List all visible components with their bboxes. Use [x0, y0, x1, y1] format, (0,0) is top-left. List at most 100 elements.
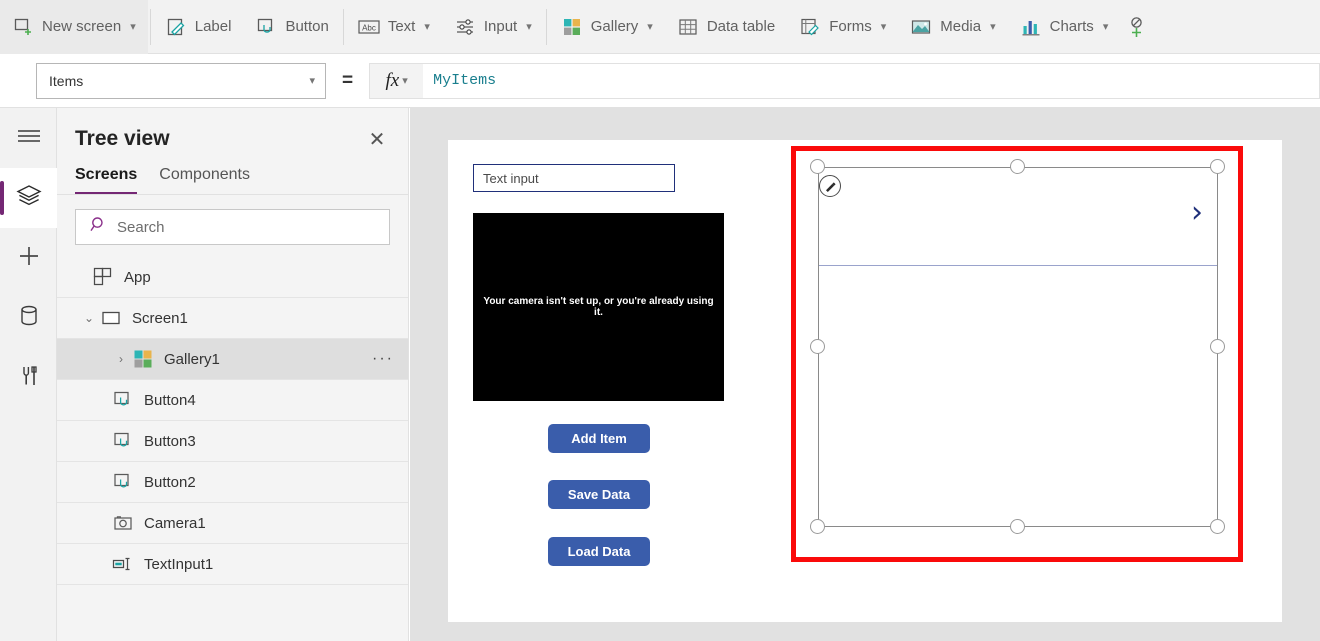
insert-button-button[interactable]: Button: [243, 0, 340, 54]
screen-icon: [99, 306, 123, 330]
ribbon-group-screens: New screen ▾: [0, 0, 148, 54]
ribbon-divider: [546, 9, 547, 45]
tree-item-label: Button3: [144, 433, 394, 450]
new-screen-label: New screen: [42, 18, 121, 35]
data-panel-button[interactable]: [0, 288, 57, 348]
resize-handle-top-center[interactable]: [1010, 159, 1025, 174]
insert-data-table-label: Data table: [707, 18, 775, 35]
load-data-button[interactable]: Load Data: [548, 537, 650, 566]
insert-label-text: Label: [195, 18, 232, 35]
tree-view-button[interactable]: [0, 168, 57, 228]
tools-panel-button[interactable]: [0, 348, 57, 408]
resize-handle-middle-left[interactable]: [810, 339, 825, 354]
resize-handle-top-left[interactable]: [810, 159, 825, 174]
gallery-edit-pencil-icon[interactable]: [819, 175, 841, 197]
insert-gallery-menu[interactable]: Gallery ▾: [549, 0, 665, 54]
button-icon: [111, 388, 135, 412]
insert-text-menu[interactable]: Abc Text ▾: [346, 0, 442, 54]
chevron-down-icon[interactable]: ▾: [130, 20, 136, 33]
equals-sign: =: [342, 70, 353, 92]
insert-data-table-button[interactable]: Data table: [665, 0, 787, 54]
chevron-down-icon[interactable]: ▾: [990, 20, 996, 33]
ribbon-group-inputs: Abc Text ▾ Input ▾: [346, 0, 544, 54]
tab-components[interactable]: Components: [159, 166, 250, 194]
button-icon: [255, 16, 277, 38]
formula-bar: Items ▾ = fx ▾ MyItems: [0, 54, 1320, 108]
canvas-gallery-selection[interactable]: ›: [791, 146, 1243, 562]
tree-item-label: Screen1: [132, 310, 394, 327]
canvas-text-input[interactable]: Text input: [473, 164, 675, 192]
tree-item-button2[interactable]: Button2: [57, 462, 408, 502]
resize-handle-bottom-center[interactable]: [1010, 519, 1025, 534]
chevron-right-icon[interactable]: ›: [111, 352, 131, 366]
search-input[interactable]: Search: [75, 209, 390, 245]
label-icon: [165, 16, 187, 38]
insert-charts-label: Charts: [1050, 18, 1094, 35]
insert-forms-menu[interactable]: Forms ▾: [787, 0, 898, 54]
gallery-icon: [561, 16, 583, 38]
tree-item-gallery1[interactable]: › Gallery1 ···: [57, 339, 408, 379]
resize-handle-bottom-right[interactable]: [1210, 519, 1225, 534]
formula-input[interactable]: MyItems: [423, 63, 1320, 99]
chevron-down-icon[interactable]: ▾: [647, 20, 653, 33]
svg-text:Abc: Abc: [362, 23, 376, 32]
chevron-down-icon[interactable]: ▾: [881, 20, 887, 33]
property-dropdown[interactable]: Items ▾: [36, 63, 326, 99]
resize-handle-middle-right[interactable]: [1210, 339, 1225, 354]
insert-label-button[interactable]: Label: [153, 0, 244, 54]
canvas-text-input-value: Text input: [483, 171, 539, 186]
insert-media-label: Media: [940, 18, 981, 35]
left-icon-rail: [0, 108, 57, 641]
ribbon-divider: [343, 9, 344, 45]
tree-item-overflow-menu[interactable]: ···: [372, 350, 394, 368]
divider: [57, 584, 408, 585]
search-container: Search: [57, 195, 408, 255]
tree-item-screen1[interactable]: ⌄ Screen1: [57, 298, 408, 338]
canvas-camera-control[interactable]: Your camera isn't set up, or you're alre…: [473, 213, 724, 401]
search-placeholder: Search: [117, 219, 165, 236]
tree-item-app[interactable]: App: [57, 257, 408, 297]
input-icon: [454, 16, 476, 38]
insert-charts-menu[interactable]: Charts ▾: [1008, 0, 1121, 54]
fx-button[interactable]: fx ▾: [369, 63, 423, 99]
tree-item-label: Button2: [144, 474, 394, 491]
hamburger-menu-button[interactable]: [0, 108, 57, 168]
tree-item-textinput1[interactable]: TextInput1: [57, 544, 408, 584]
tools-icon: [18, 364, 40, 393]
insert-media-menu[interactable]: Media ▾: [898, 0, 1007, 54]
data-table-icon: [677, 16, 699, 38]
resize-handle-bottom-left[interactable]: [810, 519, 825, 534]
tree-view-panel: Tree view ✕ Screens Components Search: [57, 108, 409, 641]
tree-item-button3[interactable]: Button3: [57, 421, 408, 461]
chevron-down-icon[interactable]: ▾: [424, 20, 430, 33]
gallery-next-chevron-icon[interactable]: ›: [1191, 198, 1203, 228]
new-screen-button[interactable]: New screen ▾: [0, 0, 148, 54]
resize-handle-top-right[interactable]: [1210, 159, 1225, 174]
chevron-down-icon: ▾: [309, 74, 315, 87]
icons-icon: [1126, 16, 1148, 38]
new-screen-icon: [12, 16, 34, 38]
chevron-down-icon[interactable]: ▾: [1103, 20, 1109, 33]
tree-view-tabs: Screens Components: [57, 156, 408, 195]
chevron-down-icon[interactable]: ▾: [526, 20, 532, 33]
chevron-down-icon[interactable]: ⌄: [79, 311, 99, 325]
add-item-button[interactable]: Add Item: [548, 424, 650, 453]
property-dropdown-value: Items: [49, 73, 83, 89]
camera-icon: [111, 511, 135, 535]
chevron-down-icon: ▾: [402, 74, 408, 87]
tree-item-camera1[interactable]: Camera1: [57, 503, 408, 543]
save-data-button[interactable]: Save Data: [548, 480, 650, 509]
insert-plus-icon: [17, 244, 41, 273]
insert-input-menu[interactable]: Input ▾: [442, 0, 544, 54]
insert-icons-menu[interactable]: [1120, 0, 1154, 54]
tree-item-button4[interactable]: Button4: [57, 380, 408, 420]
command-ribbon: New screen ▾ Label Button: [0, 0, 1320, 54]
close-icon[interactable]: ✕: [364, 126, 390, 152]
tree-item-label: Button4: [144, 392, 394, 409]
app-icon: [91, 265, 115, 289]
app-screen-canvas[interactable]: Text input Your camera isn't set up, or …: [448, 140, 1282, 622]
tab-screens[interactable]: Screens: [75, 166, 137, 194]
ribbon-group-basic: Label Button: [153, 0, 341, 54]
tree-view-layers-icon: [16, 184, 42, 213]
insert-panel-button[interactable]: [0, 228, 57, 288]
